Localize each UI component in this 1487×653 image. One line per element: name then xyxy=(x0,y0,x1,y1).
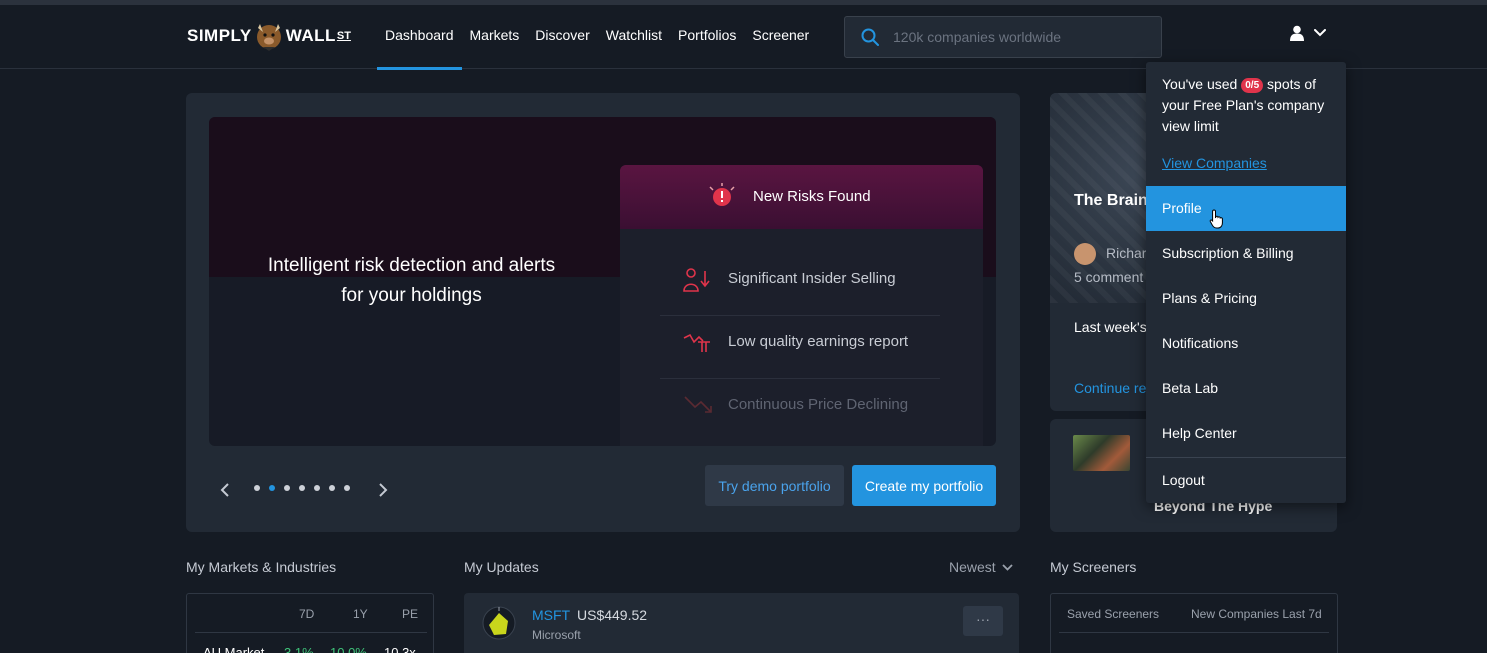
market-7d: 3.1% xyxy=(284,645,314,653)
user-dropdown-menu: You've used 0/5 spots of your Free Plan'… xyxy=(1146,62,1346,503)
logo-word-simply: SIMPLY xyxy=(187,26,252,45)
update-ticker[interactable]: MSFT xyxy=(532,607,570,623)
chevron-left-icon xyxy=(220,483,229,497)
user-icon xyxy=(1290,25,1304,41)
update-company-name: Microsoft xyxy=(532,628,581,642)
nav-markets[interactable]: Markets xyxy=(462,5,528,69)
carousel-dot[interactable] xyxy=(314,485,320,491)
chevron-down-icon xyxy=(1002,563,1013,571)
carousel-dot[interactable] xyxy=(269,485,275,491)
carousel-dot[interactable] xyxy=(299,485,305,491)
author-avatar xyxy=(1074,243,1096,265)
updates-section-title: My Updates xyxy=(464,559,539,575)
article-comments[interactable]: 5 comment xyxy=(1074,269,1143,285)
nav-portfolios[interactable]: Portfolios xyxy=(670,5,744,69)
col-header-saved-screeners[interactable]: Saved Screeners xyxy=(1067,607,1159,621)
screeners-section-title: My Screeners xyxy=(1050,559,1137,575)
article-thumbnail xyxy=(1073,435,1130,471)
chevron-right-icon xyxy=(379,483,388,497)
slide-headline: Intelligent risk detection and alerts fo… xyxy=(267,255,556,306)
try-demo-portfolio-button[interactable]: Try demo portfolio xyxy=(705,465,844,506)
logo[interactable]: SIMPLY WALL ST xyxy=(187,19,351,53)
logo-word-wall: WALL xyxy=(285,26,336,45)
bull-mascot-icon xyxy=(256,24,281,51)
carousel-dot[interactable] xyxy=(254,485,260,491)
sort-label: Newest xyxy=(949,559,996,575)
carousel-dot[interactable] xyxy=(329,485,335,491)
create-portfolio-button[interactable]: Create my portfolio xyxy=(852,465,996,506)
carousel-prev-button[interactable] xyxy=(220,481,230,502)
market-1y: 10.0% xyxy=(330,645,367,653)
risk-card-title: New Risks Found xyxy=(753,188,871,205)
col-header-new-companies[interactable]: New Companies Last 7d xyxy=(1191,607,1322,621)
alert-icon xyxy=(709,183,735,206)
chevron-down-icon xyxy=(1314,29,1326,37)
view-limit-notice: You've used 0/5 spots of your Free Plan'… xyxy=(1162,76,1325,134)
user-menu-toggle[interactable] xyxy=(1290,25,1326,41)
search-input[interactable] xyxy=(893,17,1153,57)
risk-item-price: Continuous Price Declining xyxy=(728,396,909,413)
risk-item-earnings: Low quality earnings report xyxy=(728,333,909,350)
view-limit-badge: 0/5 xyxy=(1241,78,1264,93)
search-icon xyxy=(861,28,879,46)
col-header-pe[interactable]: PE xyxy=(402,607,418,621)
menu-item-logout[interactable]: Logout xyxy=(1146,458,1346,503)
markets-section-title: My Markets & Industries xyxy=(186,559,337,575)
nav-discover[interactable]: Discover xyxy=(527,5,597,69)
menu-item-subscription-billing[interactable]: Subscription & Billing xyxy=(1146,231,1346,276)
hand-cursor-icon xyxy=(1209,209,1223,229)
risk-item-insider: Significant Insider Selling xyxy=(728,270,896,287)
carousel-slide: Intelligent risk detection and alerts fo… xyxy=(209,117,996,446)
col-header-1y[interactable]: 1Y xyxy=(353,607,368,621)
main-nav: Dashboard Markets Discover Watchlist Por… xyxy=(377,5,817,70)
update-item[interactable]: MSFT US$449.52 Microsoft ··· xyxy=(464,593,1019,653)
risk-card-header: New Risks Found xyxy=(620,165,983,229)
nav-watchlist[interactable]: Watchlist xyxy=(598,5,670,69)
menu-item-profile[interactable]: Profile xyxy=(1146,186,1346,231)
nav-screener[interactable]: Screener xyxy=(744,5,817,69)
update-price: US$449.52 xyxy=(577,607,648,623)
article-author: Richar xyxy=(1106,245,1147,261)
menu-item-notifications[interactable]: Notifications xyxy=(1146,321,1346,366)
menu-item-beta-lab[interactable]: Beta Lab xyxy=(1146,366,1346,411)
carousel-next-button[interactable] xyxy=(378,481,388,502)
screeners-table: Saved Screeners New Companies Last 7d xyxy=(1050,593,1338,653)
market-pe: 10.3x xyxy=(384,645,416,653)
markets-table: 7D 1Y PE AU Market 3.1% 10.0% 10.3x xyxy=(186,593,434,653)
more-options-button[interactable]: ··· xyxy=(963,606,1003,636)
search-box xyxy=(844,16,1162,58)
col-header-7d[interactable]: 7D xyxy=(299,607,314,621)
market-name[interactable]: AU Market xyxy=(203,645,264,653)
top-navbar: SIMPLY WALL ST Dashboard Markets Discove… xyxy=(0,5,1487,70)
risk-card-illustration: New Risks Found Significant Insider Sell… xyxy=(620,165,983,446)
company-snowflake-icon xyxy=(482,606,516,640)
sort-dropdown[interactable]: Newest xyxy=(949,559,1013,575)
carousel-dot[interactable] xyxy=(284,485,290,491)
earnings-quality-icon xyxy=(683,333,710,352)
menu-item-help-center[interactable]: Help Center xyxy=(1146,411,1346,456)
menu-item-plans-pricing[interactable]: Plans & Pricing xyxy=(1146,276,1346,321)
nav-dashboard[interactable]: Dashboard xyxy=(377,5,462,70)
continue-reading-link[interactable]: Continue re xyxy=(1074,380,1146,396)
carousel-dot[interactable] xyxy=(344,485,350,491)
insider-selling-icon xyxy=(683,268,710,292)
carousel-dots xyxy=(254,485,350,491)
view-companies-link[interactable]: View Companies xyxy=(1162,155,1267,171)
logo-word-st: ST xyxy=(336,30,351,42)
price-decline-icon xyxy=(684,396,712,413)
